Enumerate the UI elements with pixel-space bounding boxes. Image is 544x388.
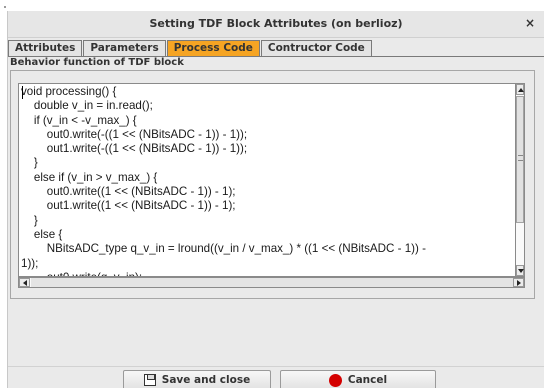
tdf-attributes-dialog: Setting TDF Block Attributes (on berlioz…: [7, 11, 544, 388]
window-corner-marker: [4, 6, 6, 8]
code-line[interactable]: out0.write((1 << (NBitsADC - 1)) - 1);: [21, 185, 515, 199]
cancel-button-label: Cancel: [347, 374, 388, 386]
code-line[interactable]: else {: [21, 228, 515, 242]
code-line[interactable]: out1.write(-((1 << (NBitsADC - 1)) - 1))…: [21, 142, 515, 156]
code-line[interactable]: double v_in = in.read();: [21, 99, 515, 113]
code-line[interactable]: out0.write(-((1 << (NBitsADC - 1)) - 1))…: [21, 128, 515, 142]
arrow-down-icon: [518, 269, 524, 273]
scroll-left-button[interactable]: [19, 278, 30, 287]
code-line[interactable]: if (v_in < -v_max_) {: [21, 114, 515, 128]
window-title: Setting TDF Block Attributes (on berlioz…: [149, 17, 403, 30]
save-button-label: Save and close: [161, 374, 251, 386]
code-text[interactable]: void processing() { double v_in = in.rea…: [19, 84, 515, 276]
footer-divider: [8, 366, 544, 367]
section-label: Behavior function of TDF block: [10, 57, 184, 68]
code-line[interactable]: NBitsADC_type q_v_in = lround((v_in / v_…: [21, 242, 515, 256]
scroll-right-button[interactable]: [513, 278, 524, 287]
code-line[interactable]: void processing() {: [21, 85, 515, 99]
tab-process-code[interactable]: Process Code: [166, 40, 260, 56]
close-icon[interactable]: ×: [522, 15, 538, 31]
floppy-disk-icon: [143, 374, 156, 386]
horizontal-scroll-thumb[interactable]: [31, 278, 513, 287]
vertical-scrollbar[interactable]: [515, 83, 525, 277]
text-caret: [22, 86, 23, 99]
arrow-right-icon: [517, 280, 521, 286]
title-bar[interactable]: Setting TDF Block Attributes (on berlioz…: [8, 11, 544, 38]
tab-parameters[interactable]: Parameters: [83, 40, 166, 56]
arrow-left-icon: [23, 280, 27, 286]
cancel-button[interactable]: Cancel: [280, 370, 436, 388]
code-line[interactable]: }: [21, 214, 515, 228]
horizontal-scrollbar[interactable]: [18, 277, 525, 288]
arrow-up-icon: [518, 88, 524, 92]
code-line[interactable]: else if (v_in > v_max_) {: [21, 171, 515, 185]
scroll-up-button[interactable]: [516, 84, 524, 95]
grip-icon: [518, 155, 523, 161]
vertical-scroll-thumb[interactable]: [516, 96, 524, 223]
scroll-down-button[interactable]: [516, 265, 524, 276]
code-line[interactable]: }: [21, 156, 515, 170]
tab-attributes[interactable]: Attributes: [8, 40, 83, 56]
code-editor[interactable]: void processing() { double v_in = in.rea…: [18, 83, 515, 277]
code-line[interactable]: out1.write((1 << (NBitsADC - 1)) - 1);: [21, 199, 515, 213]
tab-bar: Attributes Parameters Process Code Contr…: [8, 40, 373, 56]
stop-icon: [328, 373, 342, 387]
tab-constructor-code[interactable]: Contructor Code: [260, 40, 372, 56]
save-and-close-button[interactable]: Save and close: [123, 370, 271, 388]
code-line[interactable]: 1));: [21, 257, 515, 271]
